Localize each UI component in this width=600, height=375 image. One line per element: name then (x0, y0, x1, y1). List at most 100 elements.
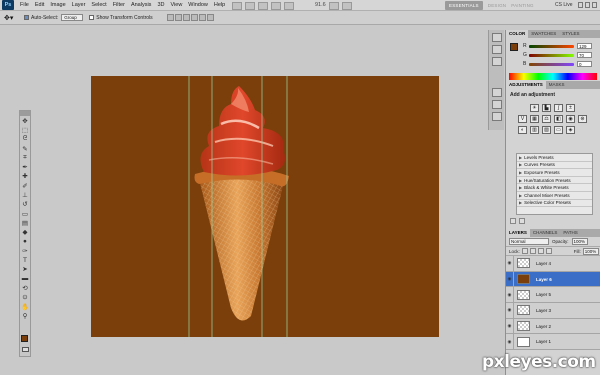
blue-slider[interactable] (529, 62, 574, 66)
color-balance-icon[interactable]: ⚖ (542, 115, 551, 123)
workspace-essentials[interactable]: ESSENTIALS (445, 1, 483, 10)
layer-row[interactable]: ◉ Layer 6 (506, 271, 600, 288)
tab-channels[interactable]: CHANNELS (530, 229, 561, 237)
blend-mode-dropdown[interactable]: Normal (509, 238, 549, 245)
clone-stamp-tool-icon[interactable]: ⊥ (20, 190, 30, 199)
black-white-icon[interactable]: ◧ (554, 115, 563, 123)
maximize-icon[interactable] (585, 2, 590, 8)
photo-filter-icon[interactable]: ◉ (566, 115, 575, 123)
menu-edit[interactable]: Edit (32, 0, 47, 11)
visibility-eye-icon[interactable]: ◉ (506, 302, 514, 319)
healing-brush-tool-icon[interactable]: ✚ (20, 172, 30, 181)
hand-tool-button[interactable] (271, 1, 281, 10)
tab-swatches[interactable]: SWATCHES (528, 30, 559, 38)
actions-panel-icon[interactable] (492, 45, 502, 54)
brush-tool-icon[interactable]: ✐ (20, 181, 30, 190)
layer-row[interactable]: ◉ Layer 5 (506, 286, 600, 304)
menu-image[interactable]: Image (47, 0, 68, 11)
brightness-contrast-icon[interactable]: ☀ (530, 104, 539, 112)
tab-adjustments[interactable]: ADJUSTMENTS (506, 81, 546, 89)
align-top-icon[interactable] (166, 14, 174, 21)
lock-all-icon[interactable] (545, 248, 552, 254)
align-center-icon[interactable] (198, 14, 206, 21)
levels-icon[interactable]: ▙ (542, 104, 551, 112)
tab-masks[interactable]: MASKS (546, 81, 568, 89)
zoom-level[interactable]: 91.6 (315, 1, 326, 10)
3d-orbit-tool-icon[interactable]: ⊙ (20, 293, 30, 302)
menu-filter[interactable]: Filter (110, 0, 128, 11)
tab-color[interactable]: COLOR (506, 30, 529, 38)
menu-view[interactable]: View (167, 0, 185, 11)
auto-select-dropdown[interactable]: Group (61, 14, 84, 21)
character-panel-icon[interactable] (492, 112, 502, 121)
cs-live-button[interactable]: CS Live (555, 1, 573, 10)
menu-select[interactable]: Select (88, 0, 109, 11)
move-tool-icon[interactable]: ✥▾ (4, 13, 18, 23)
dodge-tool-icon[interactable]: ● (20, 237, 30, 246)
minimize-icon[interactable] (578, 2, 583, 8)
info-panel-icon[interactable] (492, 57, 502, 66)
align-right-icon[interactable] (206, 14, 214, 21)
vibrance-icon[interactable]: V (518, 115, 527, 123)
visibility-eye-icon[interactable]: ◉ (506, 286, 514, 303)
posterize-icon[interactable]: ▥ (530, 126, 539, 134)
invert-icon[interactable]: ◐ (518, 126, 527, 134)
view-previous-icon[interactable] (519, 218, 525, 224)
layer-name[interactable]: Layer 1 (536, 339, 551, 344)
eyedropper-tool-icon[interactable]: ✒ (20, 162, 30, 171)
visibility-eye-icon[interactable]: ◉ (506, 333, 514, 350)
align-middle-icon[interactable] (174, 14, 182, 21)
crop-tool-icon[interactable]: ⌗ (20, 153, 30, 162)
layer-row[interactable]: ◉ Layer 3 (506, 302, 600, 319)
mini-bridge-button[interactable] (245, 1, 255, 10)
blur-tool-icon[interactable]: ◆ (20, 228, 30, 237)
layer-name[interactable]: Layer 4 (536, 261, 551, 266)
foreground-color-swatch[interactable] (21, 335, 28, 342)
threshold-icon[interactable]: ▧ (542, 126, 551, 134)
brush-panel-icon[interactable] (492, 88, 502, 97)
lasso-tool-icon[interactable]: ᘓ (20, 135, 30, 144)
zoom-tool-icon[interactable]: ⚲ (20, 311, 30, 320)
align-left-icon[interactable] (190, 14, 198, 21)
green-slider[interactable] (529, 53, 574, 57)
bridge-button[interactable] (232, 1, 242, 10)
layer-thumbnail[interactable] (517, 258, 530, 269)
red-value[interactable]: 129 (577, 43, 592, 49)
quick-mask-icon[interactable] (22, 347, 29, 352)
preset-selective-color[interactable]: ▶ Selective Color Presets (517, 200, 592, 208)
layer-thumbnail[interactable] (517, 274, 530, 285)
lock-transparency-icon[interactable] (521, 248, 528, 254)
3d-rotate-tool-icon[interactable]: ⟲ (20, 283, 30, 292)
move-tool-icon[interactable]: ✥ (20, 116, 30, 125)
menu-file[interactable]: File (17, 0, 32, 11)
channel-mixer-icon[interactable]: ⊛ (578, 115, 587, 123)
close-icon[interactable] (592, 2, 597, 8)
shape-tool-icon[interactable]: ▬ (20, 274, 30, 283)
gradient-tool-icon[interactable]: ▤ (20, 218, 30, 227)
marquee-tool-icon[interactable]: ⬚ (20, 125, 30, 134)
menu-3d[interactable]: 3D (154, 0, 167, 11)
quick-select-tool-icon[interactable]: ✎ (20, 144, 30, 153)
screen-mode-button[interactable] (341, 1, 352, 10)
hand-tool-icon[interactable]: ✋ (20, 302, 30, 311)
curves-icon[interactable]: ∫ (554, 104, 563, 112)
view-extras-button[interactable] (258, 1, 268, 10)
layer-name[interactable]: Layer 6 (536, 277, 552, 282)
align-bottom-icon[interactable] (182, 14, 190, 21)
hue-saturation-icon[interactable]: ▦ (530, 115, 539, 123)
layer-row[interactable]: ◉ Layer 2 (506, 318, 600, 335)
exposure-icon[interactable]: ± (566, 104, 575, 112)
visibility-eye-icon[interactable]: ◉ (506, 271, 514, 287)
opacity-field[interactable]: 100% (571, 238, 588, 245)
menu-window[interactable]: Window (185, 0, 211, 11)
selective-color-icon[interactable]: ◈ (566, 126, 575, 134)
show-transform-checkbox[interactable] (89, 15, 95, 20)
layer-row[interactable]: ◉ Layer 4 (506, 255, 600, 272)
path-selection-tool-icon[interactable]: ➤ (20, 265, 30, 274)
layer-name[interactable]: Layer 2 (536, 324, 551, 329)
blue-value[interactable]: 0 (577, 61, 592, 67)
workspace-design[interactable]: DESIGN (488, 1, 506, 10)
tab-layers[interactable]: LAYERS (506, 229, 530, 237)
lock-position-icon[interactable] (537, 248, 544, 254)
layer-name[interactable]: Layer 3 (536, 308, 551, 313)
